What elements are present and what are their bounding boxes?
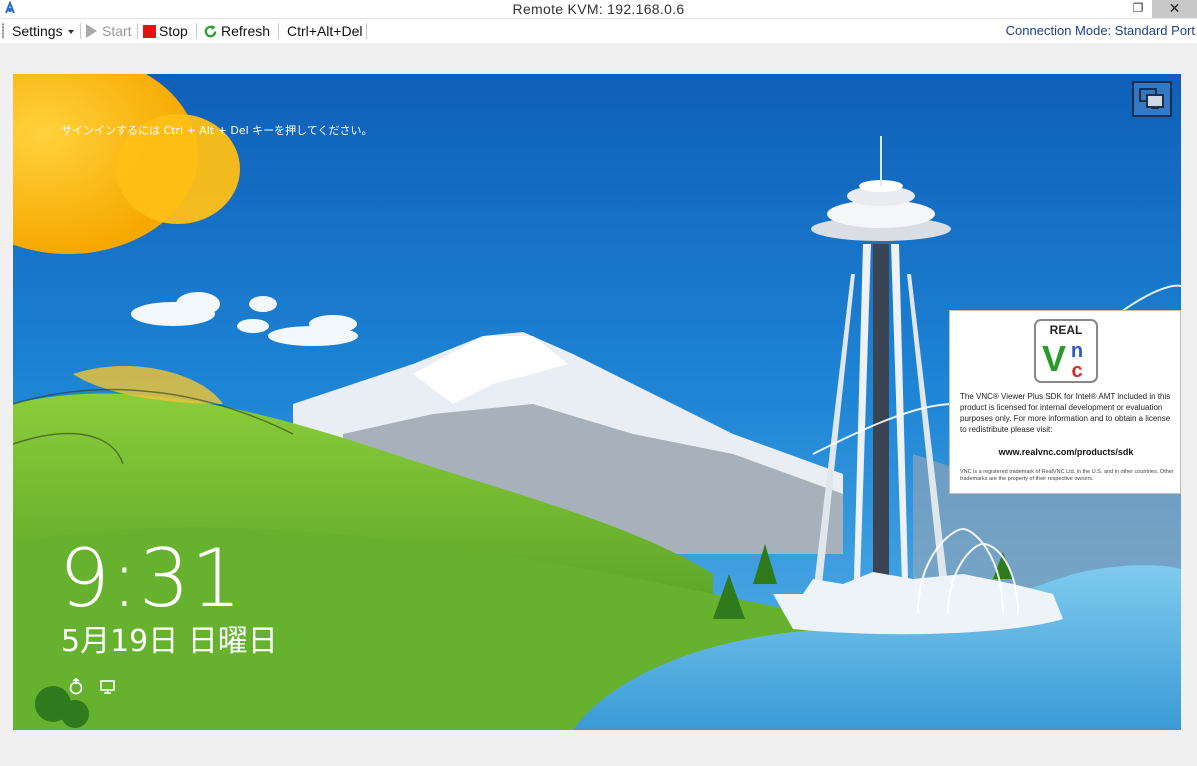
- ctrl-alt-del-button[interactable]: Ctrl+Alt+Del: [287, 21, 362, 41]
- viewer-bottom-margin: [0, 730, 1197, 766]
- start-button[interactable]: Start: [86, 21, 132, 41]
- vnc-notice-body: The VNC® Viewer Plus SDK for Intel® AMT …: [960, 392, 1171, 434]
- kvm-screen-icon[interactable]: [1132, 81, 1172, 117]
- lock-screen-time: 9:31: [59, 532, 243, 625]
- toolbar-grip[interactable]: [2, 23, 4, 39]
- lock-screen-date: 5月19日 日曜日: [61, 624, 278, 659]
- svg-text:REAL: REAL: [1050, 323, 1083, 337]
- window-title: Remote KVM: 192.168.0.6: [512, 1, 685, 17]
- toolbar: Settings Start Stop Refresh Ctrl+Alt+Del…: [0, 19, 1197, 43]
- start-label: Start: [102, 23, 132, 39]
- toolbar-divider: [366, 23, 367, 39]
- toolbar-divider: [137, 23, 138, 39]
- svg-text:V: V: [1042, 338, 1066, 379]
- stop-label: Stop: [159, 23, 188, 39]
- settings-label: Settings: [12, 23, 63, 39]
- svg-text:c: c: [1071, 360, 1082, 382]
- chevron-down-icon: [67, 30, 74, 35]
- refresh-label: Refresh: [221, 23, 271, 39]
- toolbar-divider: [80, 23, 81, 39]
- vnc-license-notice: REAL V n c The VNC® Viewer Plus SDK for …: [949, 310, 1181, 494]
- connection-mode-status: Connection Mode: Standard Port: [1005, 23, 1195, 38]
- signin-hint-text: サインインするには Ctrl + Alt + Del キーを押してください。: [61, 124, 373, 137]
- settings-dropdown[interactable]: Settings: [12, 21, 74, 41]
- toolbar-divider: [278, 23, 279, 39]
- refresh-icon: [204, 24, 217, 38]
- ease-of-access-icon[interactable]: [67, 678, 85, 696]
- stop-button[interactable]: Stop: [143, 21, 188, 41]
- monitors-icon: [1139, 88, 1164, 109]
- window-title-bar: Remote KVM: 192.168.0.6 ❐ ✕: [0, 0, 1197, 19]
- vnc-sdk-link[interactable]: www.realvnc.com/products/sdk: [950, 447, 1181, 457]
- network-icon[interactable]: [99, 678, 117, 696]
- restore-window-button[interactable]: ❐: [1124, 0, 1152, 18]
- remote-screen-view[interactable]: サインインするには Ctrl + Alt + Del キーを押してください。 R…: [13, 74, 1181, 730]
- vnc-legal-text: VNC is a registered trademark of RealVNC…: [960, 469, 1174, 482]
- refresh-button[interactable]: Refresh: [203, 21, 270, 41]
- toolbar-divider: [196, 23, 197, 39]
- play-icon: [86, 24, 97, 39]
- stop-icon: [143, 24, 156, 38]
- svg-text:n: n: [1071, 340, 1083, 362]
- realvnc-logo: REAL V n c: [1034, 319, 1098, 383]
- close-window-button[interactable]: ✕: [1152, 0, 1197, 18]
